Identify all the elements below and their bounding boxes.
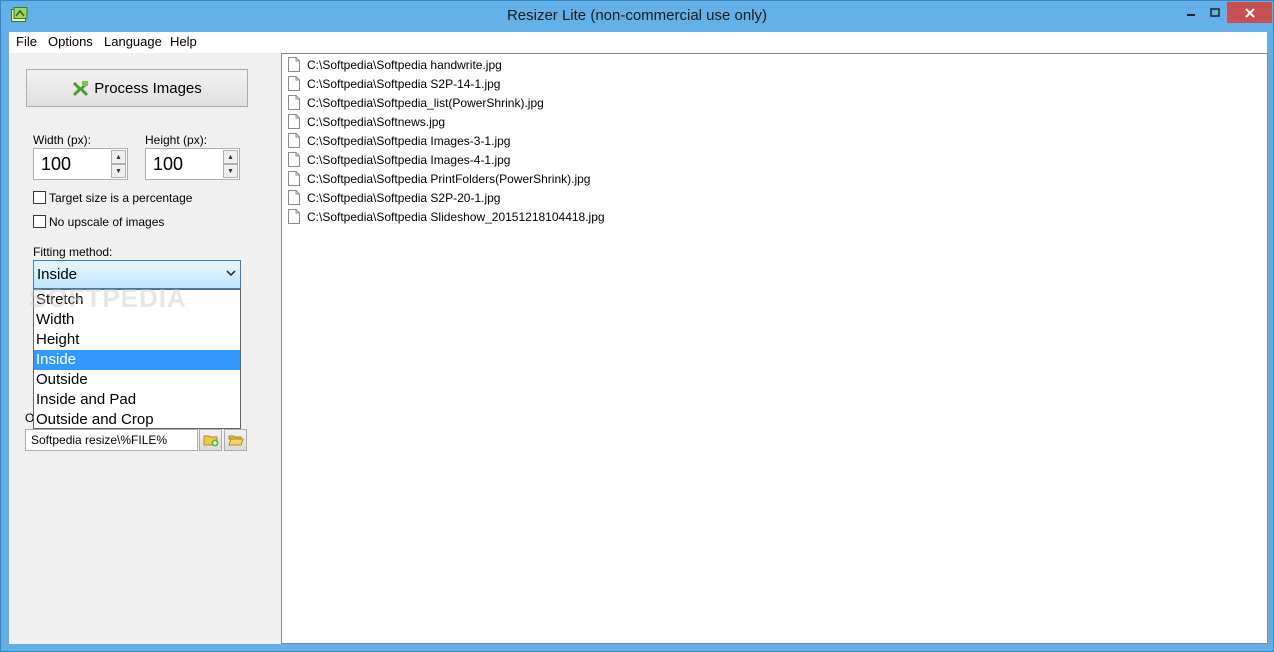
list-item[interactable]: C:\Softpedia\Softpedia Images-3-1.jpg [288,131,510,150]
list-item[interactable]: C:\Softpedia\Softpedia PrintFolders(Powe… [288,169,590,188]
menu-bar: File Options Language Help [9,32,1267,53]
file-icon [288,76,300,91]
folder-add-icon [203,435,218,447]
width-spinner[interactable]: 100 ▲ ▼ [33,148,128,180]
option-height[interactable]: Height [34,330,240,350]
close-icon [1244,7,1255,18]
file-icon [288,209,300,224]
list-item[interactable]: C:\Softpedia\Softpedia handwrite.jpg [288,55,502,74]
list-item[interactable]: C:\Softpedia\Softpedia Slideshow_2015121… [288,207,605,226]
file-path: C:\Softpedia\Softpedia handwrite.jpg [307,57,502,72]
file-path: C:\Softpedia\Softpedia Images-3-1.jpg [307,133,511,148]
file-path: C:\Softpedia\Softpedia S2P-20-1.jpg [307,190,501,205]
minimize-button[interactable] [1177,2,1204,23]
width-value: 100 [41,154,72,174]
height-label: Height (px): [145,133,208,147]
option-outside[interactable]: Outside [34,370,240,390]
insert-variable-button[interactable] [199,429,222,451]
file-path: C:\Softpedia\Softpedia_list(PowerShrink)… [307,95,544,110]
open-folder-icon [227,435,244,446]
close-button[interactable] [1227,2,1272,23]
menu-language[interactable]: Language [104,34,162,49]
minimize-icon [1186,13,1195,16]
file-icon [288,152,300,167]
settings-panel: Process Images Width (px): Height (px): … [9,53,281,644]
file-icon [288,171,300,186]
menu-help[interactable]: Help [170,34,197,49]
chevron-down-icon [226,270,236,277]
maximize-button[interactable] [1202,2,1228,23]
process-images-label: Process Images [94,79,202,97]
height-value: 100 [153,154,184,174]
process-icon [73,80,89,96]
option-inside-and-pad[interactable]: Inside and Pad [34,390,240,410]
file-path: C:\Softpedia\Softpedia S2P-14-1.jpg [307,76,501,91]
height-up-arrow-icon[interactable]: ▲ [223,150,238,164]
width-label: Width (px): [33,133,92,147]
target-percentage-checkbox[interactable] [33,191,46,204]
height-spinner[interactable]: 100 ▲ ▼ [145,148,240,180]
file-icon [288,95,300,110]
width-up-arrow-icon[interactable]: ▲ [111,150,126,164]
list-item[interactable]: C:\Softpedia\Softpedia S2P-20-1.jpg [288,188,500,207]
no-upscale-checkbox[interactable] [33,215,46,228]
maximize-icon [1210,7,1220,17]
title-bar[interactable]: Resizer Lite (non-commercial use only) [1,1,1273,32]
file-icon [288,114,300,129]
file-list[interactable]: C:\Softpedia\Softpedia handwrite.jpg C:\… [281,53,1268,644]
menu-file[interactable]: File [16,34,37,49]
fitting-method-select[interactable]: Inside [33,260,241,289]
file-icon [288,133,300,148]
file-path: C:\Softpedia\Softnews.jpg [307,114,446,129]
menu-options[interactable]: Options [48,34,93,49]
list-item[interactable]: C:\Softpedia\Softnews.jpg [288,112,445,131]
fitting-method-value: Inside [37,266,78,283]
target-percentage-label: Target size is a percentage [49,191,193,205]
file-icon [288,190,300,205]
option-width[interactable]: Width [34,310,240,330]
fitting-method-label: Fitting method: [33,245,113,259]
app-window: Resizer Lite (non-commercial use only) F… [0,0,1274,652]
browse-folder-button[interactable] [224,429,247,451]
fitting-method-dropdown: Stretch Width Height Inside Outside Insi… [33,289,241,429]
window-title: Resizer Lite (non-commercial use only) [506,7,768,24]
output-path-input[interactable]: Softpedia resize\%FILE% [25,429,198,451]
file-icon [288,57,300,72]
file-path: C:\Softpedia\Softpedia Slideshow_2015121… [307,209,605,224]
list-item[interactable]: C:\Softpedia\Softpedia_list(PowerShrink)… [288,93,544,112]
list-item[interactable]: C:\Softpedia\Softpedia Images-4-1.jpg [288,150,510,169]
list-item[interactable]: C:\Softpedia\Softpedia S2P-14-1.jpg [288,74,500,93]
file-path: C:\Softpedia\Softpedia PrintFolders(Powe… [307,171,591,186]
file-path: C:\Softpedia\Softpedia Images-4-1.jpg [307,152,511,167]
option-inside[interactable]: Inside [34,350,240,370]
width-down-arrow-icon[interactable]: ▼ [111,164,126,178]
process-images-button[interactable]: Process Images [26,69,248,107]
option-stretch[interactable]: Stretch [34,290,240,310]
height-down-arrow-icon[interactable]: ▼ [223,164,238,178]
no-upscale-label: No upscale of images [49,215,165,229]
option-outside-and-crop[interactable]: Outside and Crop [34,410,240,430]
